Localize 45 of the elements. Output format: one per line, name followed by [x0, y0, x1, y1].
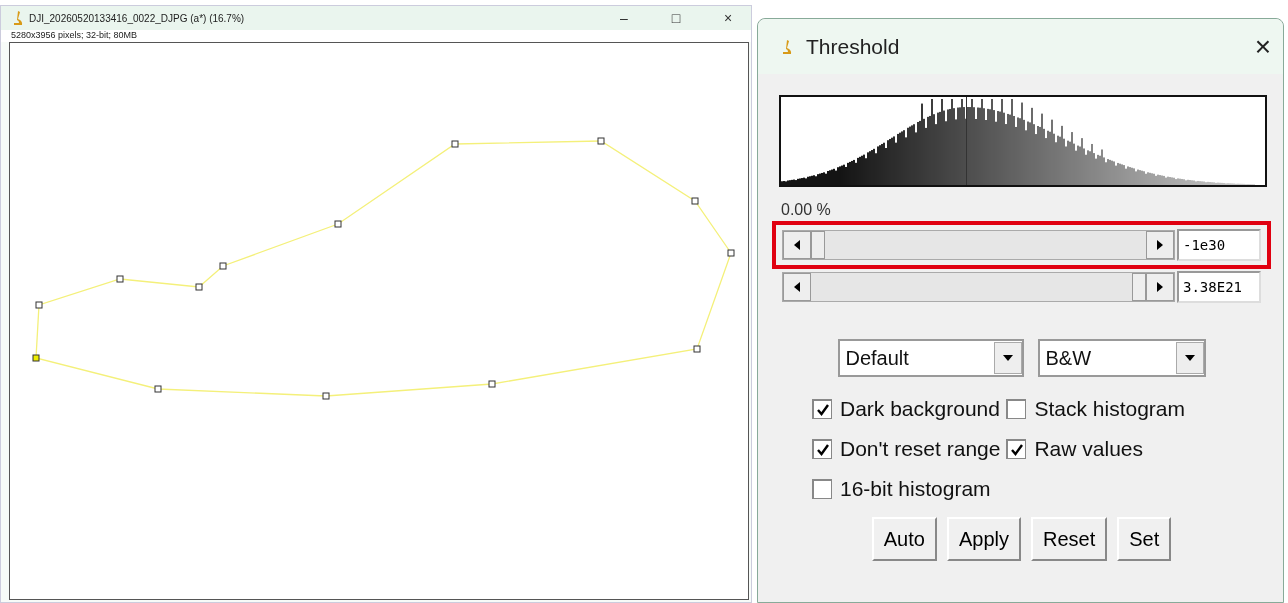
checkbox-label: Don't reset range [840, 437, 1001, 461]
checkbox-label: Stack histogram [1034, 397, 1185, 421]
left-arrow-icon [792, 279, 802, 295]
scroll-right-button[interactable] [1146, 231, 1174, 259]
action-button[interactable]: Auto [871, 517, 937, 561]
check-icon [1009, 442, 1024, 457]
close-button[interactable]: × [705, 10, 751, 26]
slider-thumb[interactable] [1132, 273, 1146, 301]
check-icon [815, 442, 830, 457]
image-info: 5280x3956 pixels; 32-bit; 80MB [1, 30, 751, 42]
checkbox[interactable] [1006, 439, 1027, 459]
checkbox-label: Raw values [1034, 437, 1143, 461]
checkbox[interactable] [812, 479, 832, 499]
dropdown-arrow-icon [1183, 354, 1196, 362]
slider-thumb[interactable] [811, 231, 825, 259]
scroll-right-button[interactable] [1146, 273, 1174, 301]
window-title: DJI_20260520133416_0022_DJPG (a*) (16.7%) [29, 12, 246, 24]
left-arrow-icon [792, 237, 802, 253]
dropdown-arrow-icon [1001, 354, 1014, 362]
action-button[interactable]: Apply [946, 517, 1021, 561]
dropdown[interactable]: B&W [1037, 339, 1206, 377]
percent-label: 0.00 % [781, 201, 832, 219]
threshold-slider[interactable] [782, 272, 1175, 302]
checkbox[interactable] [812, 439, 832, 459]
close-button[interactable]: × [1254, 30, 1271, 63]
scroll-left-button[interactable] [783, 273, 811, 301]
minimize-button[interactable]: – [601, 10, 647, 26]
scroll-left-button[interactable] [783, 231, 811, 259]
action-button[interactable]: Reset [1030, 517, 1108, 561]
microscope-icon [11, 10, 23, 26]
action-button[interactable]: Set [1117, 517, 1172, 561]
checkbox[interactable] [812, 399, 832, 419]
checkbox-label: Dark background [840, 397, 1000, 421]
window-title: Threshold [806, 34, 901, 59]
threshold-slider[interactable] [782, 230, 1175, 260]
microscope-icon [780, 38, 792, 55]
dropdown[interactable]: Default [837, 339, 1024, 377]
maximize-button[interactable]: □ [653, 10, 699, 26]
check-icon [815, 402, 830, 417]
value-field[interactable]: -1e30 [1177, 229, 1261, 261]
right-arrow-icon [1155, 279, 1165, 295]
checkbox-label: 16-bit histogram [840, 477, 991, 501]
value-field[interactable]: 3.38E21 [1177, 271, 1261, 303]
right-arrow-icon [1155, 237, 1165, 253]
checkbox[interactable] [1006, 399, 1027, 419]
